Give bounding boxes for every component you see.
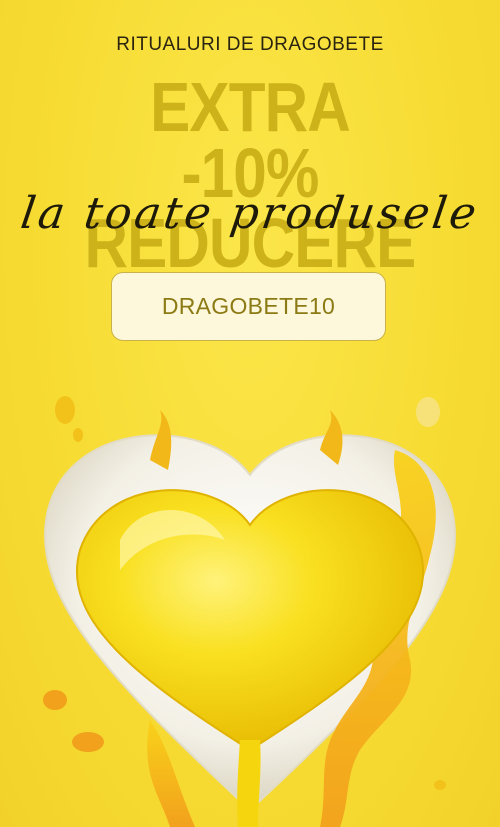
- drip-center: [237, 740, 261, 827]
- headline-subtitle: la toate produsele: [17, 188, 483, 239]
- coupon-code-button[interactable]: DRAGOBETE10: [111, 272, 386, 341]
- headline-extra: EXTRA: [150, 68, 351, 146]
- droplet: [55, 396, 75, 424]
- droplet: [72, 732, 104, 752]
- droplet: [43, 690, 67, 710]
- yellow-liquid-heart-icon: [43, 396, 456, 827]
- promo-banner[interactable]: RITUALURI DE DRAGOBETE EXTRA -10% REDUCE…: [0, 0, 500, 827]
- droplet: [434, 780, 446, 790]
- droplet: [416, 397, 440, 427]
- droplet: [73, 428, 83, 442]
- campaign-kicker: RITUALURI DE DRAGOBETE: [116, 34, 384, 55]
